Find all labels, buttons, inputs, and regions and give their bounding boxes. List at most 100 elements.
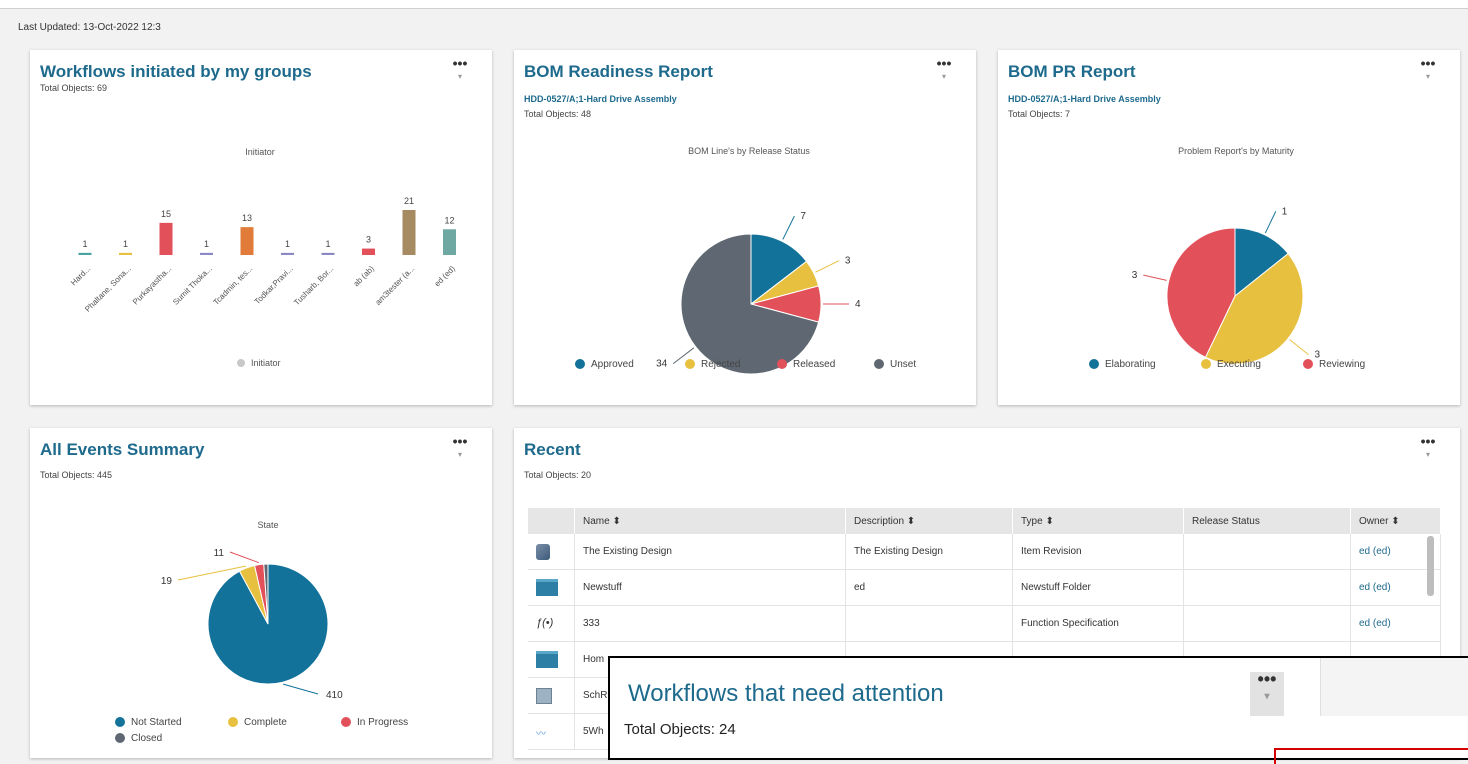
table-scrollbar[interactable] [1427, 536, 1434, 596]
legend-label: Elaborating [1105, 359, 1156, 370]
slice-value-label: 7 [800, 211, 806, 222]
column-header-owner[interactable]: Owner ⬍ [1350, 508, 1441, 534]
column-header-type[interactable]: Type ⬍ [1012, 508, 1184, 534]
slice-value-label: 11 [214, 548, 225, 559]
legend-dot [777, 359, 787, 369]
slice-value-label: 4 [855, 299, 861, 310]
table-row[interactable]: The Existing Design The Existing Design It… [528, 534, 1441, 570]
legend-dot [341, 717, 351, 727]
cell-owner[interactable]: ed (ed) [1350, 605, 1441, 642]
legend-dot [1089, 359, 1099, 369]
row-icon-cell [528, 677, 575, 714]
label-leader-line [1289, 339, 1309, 355]
bar [200, 252, 213, 255]
label-leader-line [1264, 211, 1277, 234]
events-pie-chart: State 410 19 11 Not Started Complete In Prog… [115, 520, 408, 744]
all-events-card: All Events Summary Total Objects: 445 ••… [30, 428, 492, 758]
legend-dot [228, 717, 238, 727]
pr-pie-chart: Problem Report's by Maturity 133 Elabora… [1089, 146, 1365, 370]
category-tick-label: Sumit Thoka... [171, 264, 214, 307]
legend-label: Approved [591, 359, 634, 370]
slice-value-label: 19 [161, 576, 173, 587]
column-header-release-status[interactable]: Release Status [1183, 508, 1351, 534]
row-icon-cell [528, 641, 575, 678]
cell-type: Function Specification [1012, 605, 1184, 642]
label-leader-line [815, 260, 840, 273]
chart-title: Initiator [245, 147, 275, 157]
bar [78, 252, 92, 255]
total-objects-text: Total Objects: 24 [624, 721, 736, 738]
panel-menu-button[interactable]: ••• ▾ [1250, 670, 1284, 716]
label-leader-line [229, 551, 260, 564]
legend-dot [575, 359, 585, 369]
legend-dot [237, 359, 245, 367]
cell-name[interactable]: The Existing Design [574, 534, 846, 570]
cell-name[interactable]: Newstuff [574, 569, 846, 606]
total-objects-text: Total Objects: 20 [524, 470, 592, 480]
label-leader-line [782, 215, 795, 240]
legend-label: In Progress [357, 717, 408, 728]
top-header-strip [0, 0, 1468, 9]
bom-pr-card: BOM PR Report HDD-0527/A;1-Hard Drive As… [998, 50, 1460, 405]
bar-value-label: 1 [204, 239, 209, 249]
legend-label: Released [793, 359, 835, 370]
chevron-down-icon: ▾ [1264, 691, 1270, 702]
cell-description: ed [845, 569, 1013, 606]
legend-dot [1201, 359, 1211, 369]
legend-label: Initiator [251, 358, 281, 368]
bar-value-label: 15 [161, 209, 171, 219]
graph-icon: 〰 [536, 728, 546, 740]
table-row[interactable]: Newstuff ed Newstuff Folder ed (ed) [528, 569, 1441, 606]
icon-column-header [528, 508, 575, 534]
bar [281, 252, 294, 255]
chart-title: State [257, 520, 278, 530]
label-leader-line [1143, 274, 1167, 281]
row-icon-cell [528, 569, 575, 606]
category-tick-label: Tcadmin, tes... [212, 264, 255, 307]
workflows-initiated-card: Workflows initiated by my groups Total O… [30, 50, 492, 405]
slice-value-label: 3 [1132, 270, 1138, 281]
category-tick-label: ab (ab) [352, 264, 377, 289]
legend-label: Reviewing [1319, 359, 1365, 370]
table-row[interactable]: ƒ(•) 333 Function Specification ed (ed) [528, 605, 1441, 642]
legend-label: Not Started [131, 717, 182, 728]
legend-dot [685, 359, 695, 369]
column-header-name[interactable]: Name ⬍ [574, 508, 846, 534]
cell-release [1183, 569, 1351, 606]
label-leader-line [283, 683, 319, 695]
bar [443, 229, 456, 255]
chart-title: BOM Line's by Release Status [688, 146, 810, 156]
cell-release [1183, 605, 1351, 642]
slice-value-label: 3 [845, 256, 851, 267]
bar [321, 252, 335, 255]
category-tick-label: Hard... [69, 264, 92, 287]
slice-value-label: 1 [1282, 206, 1288, 217]
bar-value-label: 1 [325, 239, 330, 249]
card-title: Recent [524, 440, 581, 459]
bar-value-label: 13 [242, 213, 252, 223]
card-menu-button[interactable]: ••• ▾ [1420, 434, 1436, 462]
highlight-box [1274, 748, 1468, 764]
chevron-down-icon: ▾ [1425, 450, 1430, 459]
category-tick-label: am3tester (a... [374, 264, 417, 307]
schematic-icon [536, 687, 552, 704]
category-tick-label: Todkar,Pravi... [253, 264, 295, 306]
bar [159, 222, 173, 255]
item-revision-icon [536, 543, 550, 560]
workflows-attention-panel: Workflows that need attention Total Obje… [608, 656, 1468, 764]
bar [240, 227, 254, 255]
legend-label: Complete [244, 717, 287, 728]
bar-value-label: 3 [366, 235, 371, 245]
cell-name[interactable]: 333 [574, 605, 846, 642]
column-header-description[interactable]: Description ⬍ [845, 508, 1013, 534]
cell-type: Item Revision [1012, 534, 1184, 570]
bar-value-label: 1 [285, 239, 290, 249]
legend-dot [115, 717, 125, 727]
legend-label: Executing [1217, 359, 1261, 370]
bar-value-label: 1 [123, 239, 128, 249]
legend-dot [115, 733, 125, 743]
row-icon-cell: ƒ(•) [528, 605, 575, 642]
slice-value-label: 34 [656, 359, 668, 370]
slice-value-label: 410 [326, 690, 343, 701]
category-tick-label: Purkayastha... [131, 264, 174, 307]
